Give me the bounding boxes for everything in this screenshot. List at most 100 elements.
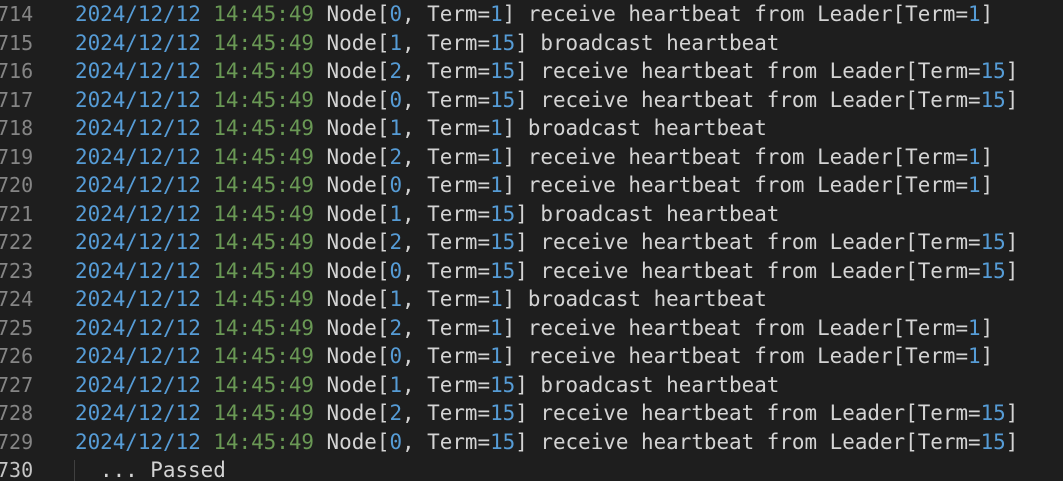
log-action: receive heartbeat from Leader[Term= [540, 258, 981, 283]
log-text: Node[ [313, 201, 390, 226]
log-line[interactable]: 728 2024/12/12 14:45:49 Node[2, Term=15] … [0, 399, 1063, 428]
leader-term: 15 [980, 258, 1006, 283]
log-text: ] [515, 401, 541, 425]
log-line-text: 2024/12/12 14:45:49 Node[1, Term=15] bro… [75, 200, 779, 229]
log-date: 2024/12/12 [75, 429, 201, 454]
log-text: Node[ [313, 59, 390, 83]
log-date: 2024/12/12 [75, 59, 201, 83]
log-line[interactable]: 716 2024/12/12 14:45:49 Node[2, Term=15] … [0, 57, 1063, 86]
node-id: 2 [389, 59, 403, 83]
log-line-text: 2024/12/12 14:45:49 Node[1, Term=1] broa… [75, 285, 767, 314]
log-line-text: 2024/12/12 14:45:49 Node[0, Term=15] rec… [75, 86, 1018, 115]
log-text: , Term= [402, 429, 491, 454]
log-line[interactable]: 719 2024/12/12 14:45:49 Node[2, Term=1] r… [0, 143, 1063, 172]
separator [201, 230, 214, 254]
log-line[interactable]: 718 2024/12/12 14:45:49 Node[1, Term=1] b… [0, 114, 1063, 143]
log-date: 2024/12/12 [75, 258, 201, 283]
log-line[interactable]: 726 2024/12/12 14:45:49 Node[0, Term=1] r… [0, 342, 1063, 371]
log-time: 14:45:49 [213, 372, 314, 397]
node-term: 1 [490, 144, 503, 169]
log-action: receive heartbeat from Leader[Term= [527, 144, 969, 169]
log-text: Node[ [313, 372, 390, 397]
log-line[interactable]: 727 2024/12/12 14:45:49 Node[1, Term=15] … [0, 371, 1063, 400]
log-text: , Term= [402, 2, 491, 26]
log-text: , Term= [402, 230, 491, 254]
log-text: , Term= [402, 344, 491, 368]
log-date: 2024/12/12 [75, 372, 201, 397]
log-action: receive heartbeat from Leader[Term= [527, 344, 969, 368]
separator [201, 145, 214, 169]
log-line-text: 2024/12/12 14:45:49 Node[0, Term=15] rec… [75, 257, 1018, 286]
log-text: ] [502, 173, 528, 197]
log-line[interactable]: 721 2024/12/12 14:45:49 Node[1, Term=15] … [0, 200, 1063, 229]
log-text: ] [1005, 59, 1019, 83]
leader-term: 1 [968, 2, 981, 26]
log-time: 14:45:49 [213, 87, 314, 112]
log-time: 14:45:49 [213, 344, 314, 368]
line-number: 722 [0, 230, 34, 254]
log-line[interactable]: 723 2024/12/12 14:45:49 Node[0, Term=15] … [0, 257, 1063, 286]
separator [201, 31, 214, 55]
log-text: Node[ [313, 2, 390, 26]
log-text: , Term= [402, 201, 491, 226]
log-text: ] [980, 344, 994, 368]
log-date: 2024/12/12 [75, 201, 201, 226]
log-time: 14:45:49 [213, 2, 314, 26]
log-action: receive heartbeat from Leader[Term= [540, 401, 981, 425]
log-line[interactable]: 717 2024/12/12 14:45:49 Node[0, Term=15] … [0, 86, 1063, 115]
leader-term: 15 [980, 59, 1006, 83]
separator [201, 173, 214, 197]
log-time: 14:45:49 [213, 230, 314, 254]
separator [201, 316, 214, 340]
log-line[interactable]: 724 2024/12/12 14:45:49 Node[1, Term=1] b… [0, 285, 1063, 314]
log-action: broadcast heartbeat [540, 30, 780, 55]
log-action: receive heartbeat from Leader[Term= [540, 59, 981, 83]
log-line-text: 2024/12/12 14:45:49 Node[2, Term=15] rec… [75, 57, 1018, 86]
log-line-text: 2024/12/12 14:45:49 Node[2, Term=15] rec… [75, 228, 1018, 257]
log-time: 14:45:49 [213, 116, 314, 140]
log-date: 2024/12/12 [75, 230, 201, 254]
node-term: 1 [490, 344, 503, 368]
log-text: , Term= [402, 258, 491, 283]
log-line-text: 2024/12/12 14:45:49 Node[1, Term=1] broa… [75, 114, 767, 143]
log-line-text: 2024/12/12 14:45:49 Node[2, Term=15] rec… [75, 399, 1018, 428]
log-text: ] [502, 116, 528, 140]
log-text: ] [515, 30, 541, 55]
log-line[interactable]: 729 2024/12/12 14:45:49 Node[0, Term=15] … [0, 428, 1063, 457]
separator [201, 116, 214, 140]
log-date: 2024/12/12 [75, 344, 201, 368]
log-action: receive heartbeat from Leader[Term= [527, 315, 969, 340]
log-time: 14:45:49 [213, 258, 314, 283]
log-text: ] [515, 372, 541, 397]
log-action: receive heartbeat from Leader[Term= [540, 230, 981, 254]
log-line[interactable]: 722 2024/12/12 14:45:49 Node[2, Term=15] … [0, 228, 1063, 257]
log-line[interactable]: 714 2024/12/12 14:45:49 Node[0, Term=1] r… [0, 0, 1063, 29]
log-line-text: 2024/12/12 14:45:49 Node[0, Term=1] rece… [75, 342, 993, 371]
node-id: 2 [389, 315, 403, 340]
node-term: 15 [490, 30, 516, 55]
log-action: receive heartbeat from Leader[Term= [540, 87, 981, 112]
log-editor[interactable]: 714 2024/12/12 14:45:49 Node[0, Term=1] r… [0, 0, 1063, 481]
log-text: Node[ [313, 315, 390, 340]
log-text: ] [515, 59, 541, 83]
log-line-last[interactable]: 730 ... Passed [0, 456, 1063, 481]
log-date: 2024/12/12 [75, 2, 201, 26]
log-text: Node[ [313, 344, 390, 368]
line-number: 730 [0, 458, 34, 481]
node-id: 0 [389, 344, 403, 368]
log-text: ] [502, 287, 528, 311]
log-text: Node[ [313, 429, 390, 454]
log-line[interactable]: 720 2024/12/12 14:45:49 Node[0, Term=1] r… [0, 171, 1063, 200]
log-line[interactable]: 725 2024/12/12 14:45:49 Node[2, Term=1] r… [0, 314, 1063, 343]
line-number: 717 [0, 87, 34, 112]
node-id: 0 [389, 173, 403, 197]
line-number: 724 [0, 287, 34, 311]
log-action: broadcast heartbeat [540, 201, 780, 226]
log-action: receive heartbeat from Leader[Term= [527, 173, 969, 197]
log-line[interactable]: 715 2024/12/12 14:45:49 Node[1, Term=15] … [0, 29, 1063, 58]
log-text: ] [515, 429, 541, 454]
node-id: 1 [389, 372, 403, 397]
node-term: 15 [490, 87, 516, 112]
log-text: ] [515, 87, 541, 112]
leader-term: 1 [968, 144, 981, 169]
